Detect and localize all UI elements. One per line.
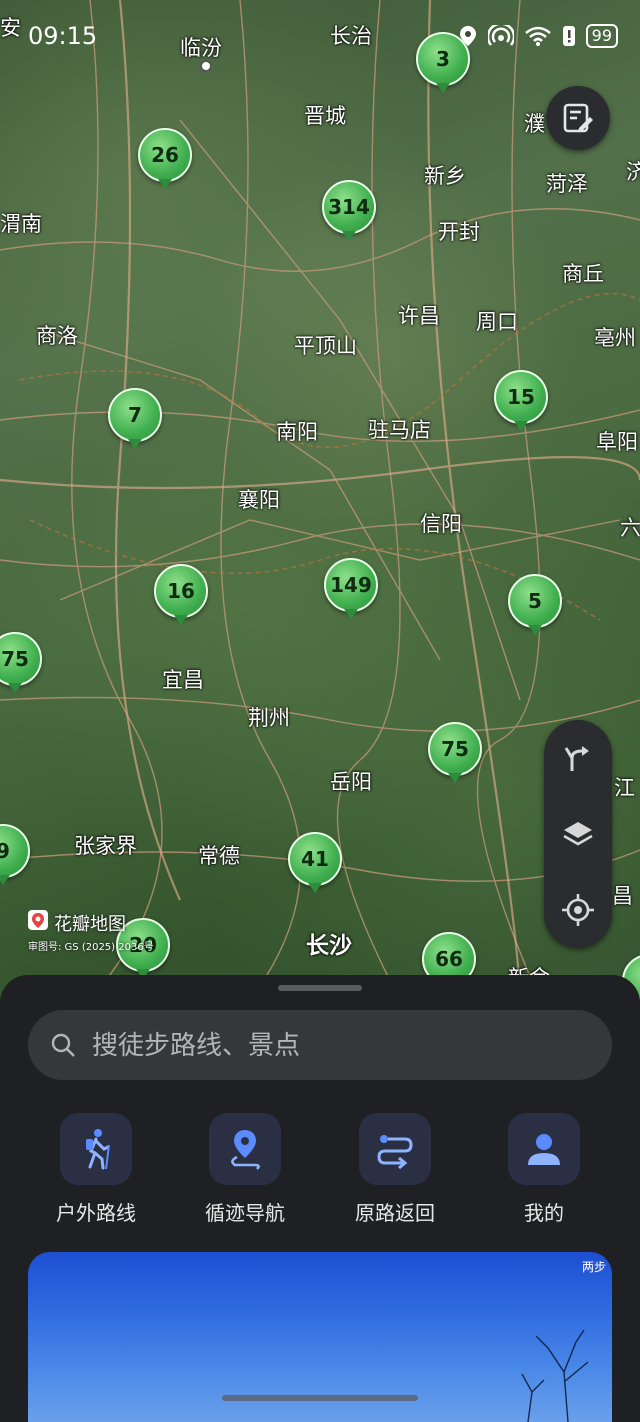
status-time: 09:15 — [28, 22, 98, 50]
locate-me-button[interactable] — [554, 886, 602, 934]
crosshair-location-icon — [562, 894, 594, 926]
city-label: 襄阳 — [238, 488, 280, 512]
city-label: 南阳 — [276, 420, 318, 444]
city-label: 晋城 — [304, 104, 346, 128]
trail-cluster-marker[interactable]: 5 — [508, 574, 562, 628]
city-label: 长沙 — [306, 933, 352, 959]
city-label: 濮 — [524, 112, 545, 136]
system-nav-bar[interactable] — [222, 1395, 418, 1401]
edit-record-button[interactable] — [546, 86, 610, 150]
track-navigation-button[interactable]: 循迹导航 — [175, 1113, 315, 1226]
return-route-icon — [377, 1135, 413, 1169]
city-label: 江 — [614, 776, 635, 800]
return-route-label: 原路返回 — [355, 1201, 435, 1225]
city-label: 驻马店 — [368, 418, 431, 442]
location-icon — [459, 26, 476, 46]
map-pin-logo-icon — [28, 910, 48, 930]
trail-cluster-marker[interactable]: 75 — [428, 722, 482, 776]
outdoor-routes-button[interactable]: 户外路线 — [26, 1113, 166, 1226]
city-label: 宜昌 — [162, 668, 204, 692]
search-bar[interactable] — [28, 1010, 612, 1082]
trail-cluster-marker[interactable]: 16 — [154, 564, 208, 618]
search-icon — [51, 1033, 75, 1057]
bottom-sheet: 户外路线 循迹导航 原路返回 — [0, 975, 640, 1422]
city-label: 六 — [620, 516, 640, 540]
trail-cluster-marker[interactable]: 26 — [138, 128, 192, 182]
trail-cluster-marker[interactable]: 41 — [288, 832, 342, 886]
map-layers-button[interactable] — [554, 810, 602, 858]
battery-icon: 99 — [585, 24, 618, 48]
hotspot-icon — [487, 25, 514, 46]
city-label: 新乡 — [424, 164, 466, 188]
quick-actions: 户外路线 循迹导航 原路返回 我的 — [0, 1113, 640, 1233]
city-label: 荆州 — [248, 706, 290, 730]
city-label: 阜阳 — [596, 430, 638, 454]
city-label: 商洛 — [36, 324, 78, 348]
track-navigation-tile[interactable] — [209, 1113, 281, 1185]
city-label: 信阳 — [420, 512, 462, 536]
city-label: 渭南 — [0, 212, 42, 236]
my-profile-label: 我的 — [524, 1201, 564, 1225]
map-brand-name: 花瓣地图 — [54, 914, 126, 935]
city-label: 亳州 — [594, 326, 636, 350]
city-label: 张家界 — [74, 834, 137, 858]
route-fork-icon — [564, 746, 589, 771]
track-navigation-label: 循迹导航 — [205, 1201, 285, 1225]
city-label: 许昌 — [398, 304, 440, 328]
my-profile-tile[interactable] — [508, 1113, 580, 1185]
city-label: 商丘 — [562, 262, 604, 286]
route-pin-icon — [231, 1130, 260, 1170]
map-brand: 花瓣地图 审图号: GS (2025) 2036号 — [28, 910, 154, 953]
outdoor-routes-tile[interactable] — [60, 1113, 132, 1185]
outdoor-routes-label: 户外路线 — [56, 1201, 136, 1225]
battery-level: 99 — [591, 26, 612, 45]
alert-icon — [562, 26, 575, 46]
city-label: 常德 — [198, 844, 240, 868]
hiker-icon — [86, 1129, 110, 1170]
trail-cluster-marker[interactable]: 314 — [322, 180, 376, 234]
return-route-tile[interactable] — [359, 1113, 431, 1185]
city-label: 济 — [626, 160, 640, 184]
wifi-icon — [524, 26, 551, 46]
city-label: 昌 — [612, 884, 633, 908]
trail-cluster-marker[interactable]: 149 — [324, 558, 378, 612]
sheet-drag-handle[interactable] — [278, 985, 362, 991]
layers-icon — [563, 822, 593, 846]
status-icons: 99 — [458, 24, 618, 48]
trail-cluster-marker[interactable]: 7 — [108, 388, 162, 442]
map-tools-panel — [544, 720, 612, 948]
route-planning-button[interactable] — [554, 734, 602, 782]
city-label: 周口 — [476, 310, 518, 334]
return-route-button[interactable]: 原路返回 — [325, 1113, 465, 1226]
user-icon — [528, 1134, 560, 1165]
edit-note-icon — [563, 103, 593, 133]
search-input[interactable] — [90, 1010, 594, 1082]
city-label: 岳阳 — [330, 770, 372, 794]
city-label: 开封 — [438, 220, 480, 244]
city-label: 平顶山 — [294, 334, 357, 358]
city-label: 菏泽 — [546, 172, 588, 196]
map-cert-number: 审图号: GS (2025) 2036号 — [28, 942, 154, 953]
status-bar: 09:15 99 — [0, 0, 640, 70]
my-profile-button[interactable]: 我的 — [474, 1113, 614, 1226]
trail-cluster-marker[interactable]: 15 — [494, 370, 548, 424]
